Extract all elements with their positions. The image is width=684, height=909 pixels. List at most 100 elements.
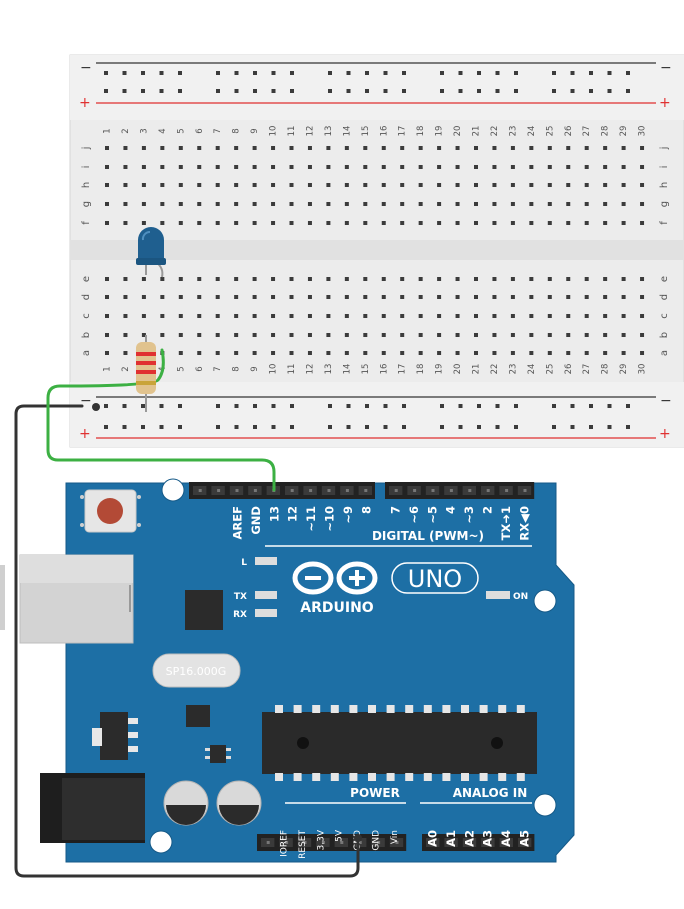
breadboard-hole[interactable] bbox=[234, 277, 239, 281]
breadboard-hole[interactable] bbox=[197, 165, 202, 169]
rail-hole[interactable] bbox=[234, 425, 239, 429]
breadboard-hole[interactable] bbox=[621, 146, 626, 150]
breadboard-hole[interactable] bbox=[492, 351, 497, 355]
rail-hole[interactable] bbox=[589, 89, 593, 93]
breadboard-hole[interactable] bbox=[105, 295, 109, 299]
breadboard-hole[interactable] bbox=[197, 221, 202, 225]
breadboard-hole[interactable] bbox=[381, 183, 386, 187]
rail-hole[interactable] bbox=[514, 425, 518, 429]
breadboard-hole[interactable] bbox=[197, 351, 202, 355]
breadboard-hole[interactable] bbox=[252, 202, 257, 206]
breadboard-hole[interactable] bbox=[400, 351, 405, 355]
breadboard-hole[interactable] bbox=[326, 277, 331, 281]
breadboard-hole[interactable] bbox=[344, 183, 349, 187]
breadboard-hole[interactable] bbox=[474, 295, 478, 299]
breadboard-hole[interactable] bbox=[363, 221, 368, 225]
breadboard-hole[interactable] bbox=[584, 221, 589, 225]
breadboard-hole[interactable] bbox=[141, 221, 146, 225]
breadboard-hole[interactable] bbox=[566, 333, 571, 337]
breadboard-hole[interactable] bbox=[510, 333, 515, 337]
rail-hole[interactable] bbox=[552, 404, 556, 408]
breadboard-hole[interactable] bbox=[381, 295, 386, 299]
breadboard-hole[interactable] bbox=[621, 221, 626, 225]
breadboard-hole[interactable] bbox=[510, 202, 515, 206]
breadboard-hole[interactable] bbox=[160, 202, 165, 206]
breadboard-hole[interactable] bbox=[252, 146, 257, 150]
breadboard-hole[interactable] bbox=[141, 183, 146, 187]
rail-hole[interactable] bbox=[216, 89, 220, 93]
breadboard-hole[interactable] bbox=[640, 351, 645, 355]
breadboard-hole[interactable] bbox=[160, 314, 165, 318]
breadboard-hole[interactable] bbox=[584, 295, 589, 299]
rail-hole[interactable] bbox=[159, 89, 164, 93]
breadboard-hole[interactable] bbox=[344, 221, 349, 225]
rail-hole[interactable] bbox=[290, 404, 294, 408]
rail-hole[interactable] bbox=[514, 71, 518, 75]
rail-hole[interactable] bbox=[346, 425, 351, 429]
breadboard-hole[interactable] bbox=[603, 351, 608, 355]
rail-hole[interactable] bbox=[141, 89, 145, 93]
breadboard-hole[interactable] bbox=[123, 314, 128, 318]
rail-hole[interactable] bbox=[607, 71, 612, 75]
rail-hole[interactable] bbox=[234, 404, 239, 408]
breadboard-hole[interactable] bbox=[640, 333, 645, 337]
breadboard-hole[interactable] bbox=[215, 183, 220, 187]
breadboard-hole[interactable] bbox=[271, 333, 276, 337]
rail-hole[interactable] bbox=[141, 404, 145, 408]
breadboard-hole[interactable] bbox=[234, 351, 239, 355]
rail-hole[interactable] bbox=[458, 425, 463, 429]
breadboard-hole[interactable] bbox=[271, 165, 276, 169]
breadboard-hole[interactable] bbox=[381, 351, 386, 355]
breadboard-hole[interactable] bbox=[197, 146, 202, 150]
breadboard-hole[interactable] bbox=[381, 333, 386, 337]
rail-hole[interactable] bbox=[271, 71, 276, 75]
breadboard-hole[interactable] bbox=[474, 351, 478, 355]
breadboard-hole[interactable] bbox=[123, 221, 128, 225]
breadboard-hole[interactable] bbox=[160, 146, 165, 150]
breadboard-hole[interactable] bbox=[437, 146, 442, 150]
breadboard-hole[interactable] bbox=[621, 183, 626, 187]
breadboard-hole[interactable] bbox=[326, 165, 331, 169]
breadboard-hole[interactable] bbox=[307, 295, 312, 299]
breadboard-hole[interactable] bbox=[566, 183, 571, 187]
breadboard-hole[interactable] bbox=[621, 333, 626, 337]
rail-hole[interactable] bbox=[383, 71, 388, 75]
breadboard-hole[interactable] bbox=[326, 221, 331, 225]
breadboard-hole[interactable] bbox=[566, 295, 571, 299]
breadboard-hole[interactable] bbox=[141, 295, 146, 299]
breadboard-hole[interactable] bbox=[584, 183, 589, 187]
breadboard-hole[interactable] bbox=[640, 165, 645, 169]
breadboard-hole[interactable] bbox=[326, 333, 331, 337]
rail-hole[interactable] bbox=[458, 89, 463, 93]
breadboard-hole[interactable] bbox=[326, 314, 331, 318]
breadboard-hole[interactable] bbox=[418, 277, 423, 281]
rail-hole[interactable] bbox=[178, 71, 182, 75]
breadboard-hole[interactable] bbox=[510, 183, 515, 187]
rail-hole[interactable] bbox=[141, 71, 145, 75]
breadboard-hole[interactable] bbox=[474, 165, 478, 169]
circuit-svg[interactable]: − − + + − − + + 112233445566778899101011… bbox=[0, 0, 684, 904]
breadboard-hole[interactable] bbox=[215, 351, 220, 355]
breadboard-hole[interactable] bbox=[289, 277, 294, 281]
breadboard-hole[interactable] bbox=[197, 183, 202, 187]
rail-hole[interactable] bbox=[271, 425, 276, 429]
breadboard-hole[interactable] bbox=[234, 146, 239, 150]
breadboard-hole[interactable] bbox=[178, 146, 183, 150]
breadboard-hole[interactable] bbox=[326, 183, 331, 187]
breadboard-hole[interactable] bbox=[418, 146, 423, 150]
breadboard-hole[interactable] bbox=[178, 221, 183, 225]
breadboard-hole[interactable] bbox=[344, 146, 349, 150]
digital-header-right[interactable] bbox=[385, 482, 535, 499]
rail-hole[interactable] bbox=[159, 425, 164, 429]
breadboard-hole[interactable] bbox=[621, 277, 626, 281]
rail-hole[interactable] bbox=[458, 404, 463, 408]
rail-hole[interactable] bbox=[495, 71, 500, 75]
breadboard-hole[interactable] bbox=[141, 202, 146, 206]
breadboard-hole[interactable] bbox=[289, 333, 294, 337]
rail-hole[interactable] bbox=[122, 404, 127, 408]
breadboard-hole[interactable] bbox=[141, 146, 146, 150]
rail-hole[interactable] bbox=[253, 89, 257, 93]
rail-hole[interactable] bbox=[271, 404, 276, 408]
rail-hole[interactable] bbox=[626, 404, 630, 408]
rail-hole[interactable] bbox=[178, 425, 182, 429]
